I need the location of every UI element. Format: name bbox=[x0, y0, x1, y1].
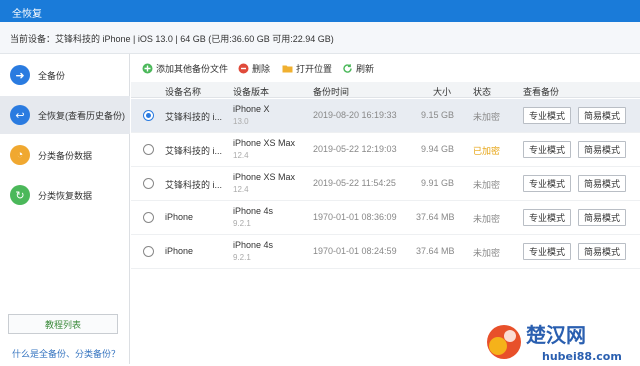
simple-mode-button[interactable]: 简易模式 bbox=[578, 141, 626, 158]
column-size: 大小 bbox=[433, 87, 452, 97]
sidebar-item-full-backup[interactable]: ➜ 全备份 bbox=[0, 56, 130, 94]
restore-icon: ↩ bbox=[10, 105, 30, 125]
simple-mode-button[interactable]: 简易模式 bbox=[578, 107, 626, 124]
encryption-status: 未加密 bbox=[473, 214, 501, 224]
device-model: iPhone 4s bbox=[233, 240, 274, 250]
toolbar: 添加其他备份文件 删除 打开位置 刷新 bbox=[130, 58, 640, 78]
row-radio[interactable] bbox=[143, 246, 154, 257]
table-row[interactable]: 艾锋科技的 i... iPhone XS Max 12.4 2019-05-22… bbox=[131, 133, 640, 167]
device-name: 艾锋科技的 i... bbox=[165, 112, 223, 122]
delete-label: 删除 bbox=[252, 63, 271, 74]
sidebar-item-category-restore[interactable]: ↻ 分类恢复数据 bbox=[0, 176, 130, 214]
refresh-label: 刷新 bbox=[356, 63, 375, 74]
column-device-name: 设备名称 bbox=[165, 87, 202, 97]
backup-size: 9.15 GB bbox=[421, 110, 455, 120]
open-location-button[interactable]: 打开位置 bbox=[282, 61, 332, 75]
table-header: 设备名称 设备版本 备份时间 大小 状态 查看备份 bbox=[131, 82, 640, 98]
column-view-backup: 查看备份 bbox=[523, 87, 560, 97]
column-backup-time: 备份时间 bbox=[313, 87, 350, 97]
simple-mode-button[interactable]: 简易模式 bbox=[578, 175, 626, 192]
sidebar-item-label: 全恢复(查看历史备份) bbox=[38, 110, 125, 121]
encryption-status: 未加密 bbox=[473, 248, 501, 258]
backup-size: 9.94 GB bbox=[421, 144, 455, 154]
device-version: 13.0 bbox=[233, 117, 249, 126]
device-version: 9.2.1 bbox=[233, 219, 251, 228]
sidebar-item-label: 全备份 bbox=[38, 70, 66, 81]
table-row[interactable]: 艾锋科技的 i... iPhone X 13.0 2019-08-20 16:1… bbox=[131, 99, 640, 133]
device-name: 艾锋科技的 i... bbox=[165, 180, 223, 190]
sidebar-item-label: 分类恢复数据 bbox=[38, 190, 93, 201]
add-backup-file-label: 添加其他备份文件 bbox=[156, 63, 229, 74]
row-radio[interactable] bbox=[143, 212, 154, 223]
open-location-label: 打开位置 bbox=[296, 63, 333, 74]
window-title: 全恢复 bbox=[12, 9, 42, 20]
pro-mode-button[interactable]: 专业模式 bbox=[523, 107, 571, 124]
delete-icon bbox=[238, 63, 249, 74]
table-row[interactable]: 艾锋科技的 i... iPhone XS Max 12.4 2019-05-22… bbox=[131, 167, 640, 201]
device-model: iPhone XS Max bbox=[233, 138, 296, 148]
pro-mode-button[interactable]: 专业模式 bbox=[523, 209, 571, 226]
folder-icon bbox=[282, 63, 293, 74]
sidebar-item-label: 分类备份数据 bbox=[38, 150, 93, 161]
delete-button[interactable]: 删除 bbox=[238, 61, 270, 75]
backup-size: 9.91 GB bbox=[421, 178, 455, 188]
watermark-brand: 楚汉网 bbox=[526, 323, 586, 347]
sidebar-item-full-restore[interactable]: ↩ 全恢复(查看历史备份) bbox=[0, 96, 130, 134]
full-backup-icon: ➜ bbox=[10, 65, 30, 85]
device-version: 9.2.1 bbox=[233, 253, 251, 262]
device-model: iPhone 4s bbox=[233, 206, 274, 216]
pro-mode-button[interactable]: 专业模式 bbox=[523, 243, 571, 260]
add-backup-file-button[interactable]: 添加其他备份文件 bbox=[142, 61, 228, 75]
row-radio[interactable] bbox=[143, 110, 154, 121]
backup-size: 37.64 MB bbox=[416, 246, 455, 256]
backup-time: 1970-01-01 08:24:59 bbox=[313, 246, 397, 256]
simple-mode-button[interactable]: 简易模式 bbox=[578, 243, 626, 260]
category-restore-icon: ↻ bbox=[10, 185, 30, 205]
table-row[interactable]: iPhone iPhone 4s 9.2.1 1970-01-01 08:36:… bbox=[131, 201, 640, 235]
refresh-button[interactable]: 刷新 bbox=[342, 61, 374, 75]
tutorial-list-button[interactable]: 教程列表 bbox=[8, 314, 118, 334]
device-model: iPhone X bbox=[233, 104, 270, 114]
watermark-domain: hubei88.com bbox=[542, 350, 622, 363]
column-device-version: 设备版本 bbox=[233, 87, 270, 97]
table-row[interactable]: iPhone iPhone 4s 9.2.1 1970-01-01 08:24:… bbox=[131, 235, 640, 269]
device-version: 12.4 bbox=[233, 151, 249, 160]
column-status: 状态 bbox=[473, 87, 492, 97]
row-radio[interactable] bbox=[143, 144, 154, 155]
pro-mode-button[interactable]: 专业模式 bbox=[523, 175, 571, 192]
backup-size: 37.64 MB bbox=[416, 212, 455, 222]
plus-icon bbox=[142, 63, 153, 74]
device-name: 艾锋科技的 i... bbox=[165, 146, 223, 156]
help-link[interactable]: 什么是全备份、分类备份？ bbox=[12, 347, 120, 360]
row-radio[interactable] bbox=[143, 178, 154, 189]
category-backup-icon: ◔ bbox=[10, 145, 30, 165]
device-name: iPhone bbox=[165, 246, 194, 256]
device-info-bar: 当前设备：艾锋科技的 iPhone | iOS 13.0 | 64 GB (已用… bbox=[0, 22, 640, 54]
device-info: 当前设备：艾锋科技的 iPhone | iOS 13.0 | 64 GB (已用… bbox=[10, 34, 334, 44]
site-watermark: 楚汉网 找到多个备份 hubei88.com bbox=[482, 318, 640, 364]
sidebar: ➜ 全备份 ↩ 全恢复(查看历史备份) ◔ 分类备份数据 ↻ 分类恢复数据 教程… bbox=[0, 54, 130, 364]
backup-time: 2019-05-22 11:54:25 bbox=[313, 178, 396, 188]
device-version: 12.4 bbox=[233, 185, 249, 194]
backup-time: 2019-08-20 16:19:33 bbox=[313, 110, 397, 120]
encryption-status: 未加密 bbox=[473, 112, 501, 122]
backup-time: 2019-05-22 12:19:03 bbox=[313, 144, 397, 154]
device-name: iPhone bbox=[165, 212, 194, 222]
encryption-status: 已加密 bbox=[473, 146, 501, 156]
simple-mode-button[interactable]: 简易模式 bbox=[578, 209, 626, 226]
encryption-status: 未加密 bbox=[473, 180, 501, 190]
backup-time: 1970-01-01 08:36:09 bbox=[313, 212, 397, 222]
title-bar: 全恢复 bbox=[0, 0, 640, 22]
refresh-icon bbox=[342, 63, 353, 74]
device-model: iPhone XS Max bbox=[233, 172, 296, 182]
pro-mode-button[interactable]: 专业模式 bbox=[523, 141, 571, 158]
sidebar-item-category-backup[interactable]: ◔ 分类备份数据 bbox=[0, 136, 130, 174]
